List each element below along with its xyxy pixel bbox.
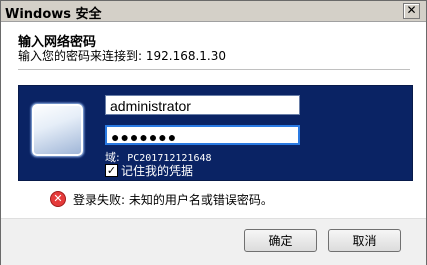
window-title: Windows 安全	[5, 7, 102, 22]
dialog-subheading: 输入您的密码来连接到: 192.168.1.30	[18, 49, 227, 63]
user-tile-icon[interactable]	[31, 103, 84, 157]
close-button[interactable]: ✕	[403, 3, 420, 19]
button-bar: 确定 取消	[1, 218, 426, 265]
remember-label: 记住我的凭据	[121, 164, 194, 178]
password-field[interactable]: ●●●●●●●	[105, 125, 300, 145]
credential-tile-panel: administrator ●●●●●●● 域: PC201712121648 …	[18, 85, 413, 181]
credential-dialog: Windows 安全 ✕ 输入网络密码 输入您的密码来连接到: 192.168.…	[0, 0, 427, 265]
error-icon: ✕	[50, 191, 66, 207]
ok-button[interactable]: 确定	[244, 229, 317, 252]
domain-label: 域:	[105, 151, 120, 164]
title-bar[interactable]: Windows 安全 ✕	[1, 1, 426, 22]
divider	[18, 69, 410, 70]
error-message: 登录失败: 未知的用户名或错误密码。	[73, 193, 273, 207]
dialog-header: 输入网络密码 输入您的密码来连接到: 192.168.1.30	[1, 22, 426, 73]
username-field[interactable]: administrator	[105, 95, 300, 115]
remember-checkbox[interactable]: ✓	[105, 164, 118, 177]
cancel-button[interactable]: 取消	[328, 229, 401, 252]
